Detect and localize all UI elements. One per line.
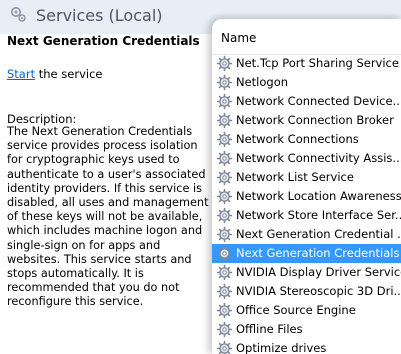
service-name: Network Location Awareness <box>236 189 401 203</box>
service-gear-icon <box>216 74 233 91</box>
service-row[interactable]: Offline Files <box>212 320 401 339</box>
description-text: The Next Generation Credentials service … <box>7 125 209 309</box>
service-name: Optimize drives <box>236 341 327 354</box>
service-name: Offline Files <box>236 322 303 336</box>
service-name: Office Source Engine <box>236 303 356 317</box>
description-pane: Next Generation Credentials Start the se… <box>0 34 212 354</box>
service-row[interactable]: Network Connected Device... <box>212 92 401 111</box>
service-gear-icon <box>216 112 233 129</box>
service-row[interactable]: Next Generation Credentials <box>212 244 401 263</box>
service-name: Network Connectivity Assis... <box>236 151 401 165</box>
service-row[interactable]: NVIDIA Stereoscopic 3D Dri... <box>212 282 401 301</box>
services-list-panel: Name Net.Tcp Port Sharing Service Netlogo… <box>212 19 401 354</box>
description-label: Description: <box>7 112 77 126</box>
service-row[interactable]: Office Source Engine <box>212 301 401 320</box>
service-row[interactable]: Netlogon <box>212 73 401 92</box>
services-gear-icon <box>11 7 26 22</box>
service-gear-icon <box>216 264 233 281</box>
service-gear-icon <box>216 340 233 354</box>
start-service-action: Start the service <box>7 67 102 81</box>
service-row[interactable]: Network Connections <box>212 130 401 149</box>
service-name: NVIDIA Display Driver Service <box>236 265 401 279</box>
service-gear-icon <box>216 131 233 148</box>
service-gear-icon <box>216 150 233 167</box>
service-name: Network List Service <box>236 170 354 184</box>
page-title: Services (Local) <box>36 6 163 25</box>
service-gear-icon <box>216 188 233 205</box>
service-row[interactable]: Next Generation Credential ... <box>212 225 401 244</box>
service-row[interactable]: Network Connection Broker <box>212 111 401 130</box>
service-row[interactable]: NVIDIA Display Driver Service <box>212 263 401 282</box>
service-name: Network Store Interface Ser... <box>236 208 401 222</box>
service-row[interactable]: Network Location Awareness <box>212 187 401 206</box>
services-list: Net.Tcp Port Sharing Service Netlogon Netw… <box>212 54 401 354</box>
service-gear-icon <box>216 55 233 72</box>
service-gear-icon <box>216 207 233 224</box>
service-gear-icon <box>216 169 233 186</box>
service-row[interactable]: Network Store Interface Ser... <box>212 206 401 225</box>
service-gear-icon <box>216 302 233 319</box>
service-gear-icon <box>216 321 233 338</box>
name-column-header[interactable]: Name <box>212 19 401 55</box>
service-name-heading: Next Generation Credentials <box>7 34 200 48</box>
start-service-suffix: the service <box>35 67 103 81</box>
service-gear-icon <box>216 283 233 300</box>
service-gear-icon <box>216 226 233 243</box>
service-row[interactable]: Net.Tcp Port Sharing Service <box>212 54 401 73</box>
service-gear-icon <box>216 93 233 110</box>
service-name: Network Connection Broker <box>236 113 394 127</box>
service-name: Netlogon <box>236 75 289 89</box>
service-row[interactable]: Network List Service <box>212 168 401 187</box>
service-gear-icon <box>216 245 233 262</box>
service-row[interactable]: Network Connectivity Assis... <box>212 149 401 168</box>
service-name: NVIDIA Stereoscopic 3D Dri... <box>236 284 401 298</box>
start-service-link[interactable]: Start <box>7 67 35 81</box>
service-name: Network Connected Device... <box>236 94 401 108</box>
name-column-label: Name <box>221 31 257 45</box>
service-name: Next Generation Credentials <box>236 246 400 260</box>
service-row[interactable]: Optimize drives <box>212 339 401 354</box>
service-name: Next Generation Credential ... <box>236 227 401 241</box>
service-name: Net.Tcp Port Sharing Service <box>236 56 399 70</box>
service-name: Network Connections <box>236 132 359 146</box>
